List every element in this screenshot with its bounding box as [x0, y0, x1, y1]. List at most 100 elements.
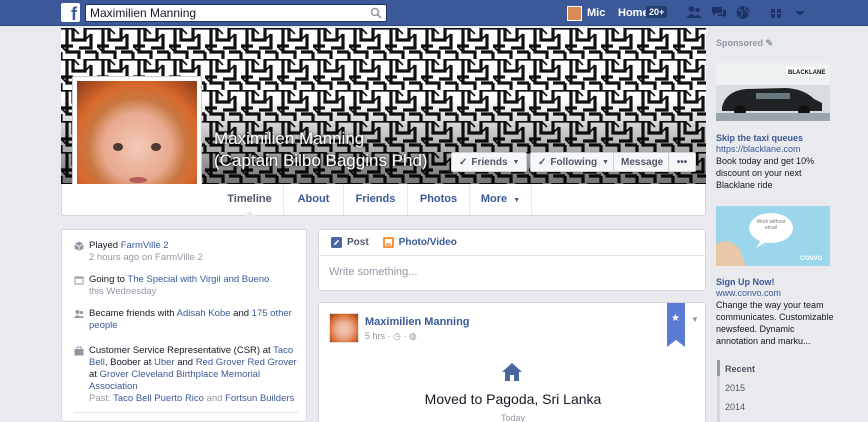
- status-input[interactable]: Write something...: [319, 256, 705, 288]
- more-options-button[interactable]: •••: [668, 152, 696, 172]
- mouth: [129, 177, 147, 183]
- recent-activity-panel: Played FarmVille 2 2 hours ago on FarmVi…: [61, 229, 307, 422]
- profile-photo-image: [77, 81, 197, 201]
- activity-link-past-work[interactable]: Taco Bell Puerto Rico: [113, 393, 204, 404]
- tab-friends[interactable]: Friends: [343, 184, 407, 215]
- ad-url-convo[interactable]: www.convo.com: [716, 288, 781, 298]
- composer-tab-post[interactable]: Post: [331, 237, 369, 248]
- checkmark-icon: ✓: [538, 156, 547, 168]
- highlight-star-icon[interactable]: ★: [667, 303, 685, 347]
- scrubber-item-2015[interactable]: 2015: [725, 383, 745, 393]
- search-icon[interactable]: [370, 7, 382, 19]
- scrubber-selected-marker: [717, 360, 720, 376]
- ad-title-convo[interactable]: Sign Up Now!: [716, 277, 775, 287]
- timeline-scrubber-bar: [717, 360, 720, 422]
- activity-text: and: [230, 308, 252, 319]
- ad-image-convo[interactable]: Work without email CONVO: [716, 206, 830, 266]
- activity-link-work[interactable]: Uber: [154, 357, 175, 368]
- facebook-logo-icon[interactable]: f: [61, 3, 80, 22]
- story-meta: 5 hrs · ◷ · ◍: [365, 331, 417, 342]
- activity-link-work[interactable]: Red Grover Red Grover: [196, 357, 297, 368]
- activity-text: Boober: [110, 357, 141, 368]
- event-calendar-icon: [74, 276, 84, 285]
- home-count-badge: 20+: [646, 6, 668, 18]
- friends-icon: [74, 310, 84, 318]
- messages-icon[interactable]: [711, 5, 727, 20]
- profile-nickname: (Captain Bilbo Baggins Phd): [214, 151, 428, 170]
- user-name: Mic: [587, 7, 606, 19]
- friends-button-label: Friends: [471, 156, 508, 168]
- activity-text: Became friends with: [89, 308, 177, 319]
- search-box[interactable]: [85, 4, 387, 22]
- home-link[interactable]: Home: [618, 7, 649, 19]
- ad-brand-text: CONVO: [800, 256, 822, 262]
- activity-text: Played: [89, 240, 121, 251]
- activity-link-work[interactable]: Grover Cleveland Birthplace Memorial Ass…: [89, 369, 260, 392]
- create-ad-icon[interactable]: ✎: [766, 38, 774, 48]
- pencil-icon: [331, 237, 342, 248]
- profile-tabs: Timeline About Friends Photos More ▼: [61, 184, 706, 216]
- friends-button[interactable]: ✓ Friends ▼: [451, 152, 528, 172]
- notifications-globe-icon[interactable]: [735, 5, 751, 20]
- sponsored-label: Sponsored: [716, 38, 764, 48]
- activity-item: Customer Service Representative (CSR) at…: [74, 345, 298, 405]
- photo-icon: [382, 237, 394, 248]
- friend-requests-icon[interactable]: [686, 5, 702, 20]
- avatar[interactable]: [329, 313, 359, 343]
- work-briefcase-icon: [74, 346, 84, 356]
- life-event-title: Moved to Pagoda, Sri Lanka: [424, 391, 602, 407]
- activity-text: at: [140, 357, 154, 368]
- activity-item: Going to The Special with Virgil and Bue…: [74, 274, 298, 298]
- story-options-chevron-down-icon[interactable]: ▼: [691, 315, 699, 324]
- activity-subtext: and: [203, 393, 226, 404]
- privacy-shortcuts-icon[interactable]: [770, 5, 786, 20]
- activity-subtext: 2 hours ago on FarmVille 2: [89, 252, 203, 263]
- ad-body-convo: Change the way your team communicates. C…: [716, 300, 834, 346]
- ad-image-blacklane[interactable]: BLACKLANE: [716, 63, 830, 121]
- privacy-globe-icon[interactable]: ◍: [409, 331, 417, 341]
- checkmark-icon: ✓: [459, 156, 468, 168]
- activity-link-past-work[interactable]: Fortsun Builders: [225, 393, 294, 404]
- tab-about[interactable]: About: [283, 184, 343, 215]
- message-button[interactable]: Message: [613, 152, 672, 172]
- activity-item: Became friends with Adisah Kobe and 175 …: [74, 308, 298, 332]
- search-input[interactable]: [86, 5, 366, 21]
- composer-tab-photo-label: Photo/Video: [398, 237, 457, 248]
- composer-tab-photo-video[interactable]: Photo/Video: [382, 237, 457, 248]
- activity-text: at: [89, 369, 100, 380]
- activity-subtext: this Wednesday: [89, 286, 157, 297]
- activity-link-event[interactable]: The Special with Virgil and Bueno: [127, 274, 269, 285]
- ad-url-blacklane[interactable]: https://blacklane.com: [716, 144, 801, 154]
- composer-tab-post-label: Post: [347, 237, 369, 248]
- timeline-story: Maximilien Manning 5 hrs · ◷ · ◍ ★ ▼ Mov…: [318, 302, 706, 422]
- eye: [113, 143, 123, 151]
- ad-bubble-text: Work without email: [756, 219, 786, 231]
- activity-link-friend[interactable]: Adisah Kobe: [177, 308, 231, 319]
- activity-link-farmville[interactable]: FarmVille 2: [121, 240, 169, 251]
- avatar: [567, 5, 582, 21]
- account-menu-chevron-down-icon[interactable]: [792, 5, 808, 20]
- top-navigation-bar: f Mic Home 20+: [0, 0, 868, 26]
- story-author-name[interactable]: Maximilien Manning: [365, 316, 470, 328]
- home-icon: [502, 363, 522, 381]
- scrubber-item-2014[interactable]: 2014: [725, 402, 745, 412]
- following-button-label: Following: [550, 156, 598, 168]
- chevron-down-icon: ▼: [512, 158, 520, 166]
- activity-text: Customer Service Representative (CSR) at: [89, 345, 274, 356]
- story-timestamp[interactable]: 5 hrs: [365, 331, 385, 341]
- following-button[interactable]: ✓ Following ▼: [530, 152, 617, 172]
- scrubber-item-recent[interactable]: Recent: [725, 364, 755, 374]
- more-options-ellipsis-icon: •••: [676, 156, 688, 168]
- tab-more[interactable]: More ▼: [469, 184, 532, 215]
- star-icon: ★: [671, 313, 680, 324]
- tab-more-label: More: [480, 193, 508, 205]
- tab-timeline[interactable]: Timeline: [216, 184, 283, 216]
- profile-full-name[interactable]: Maximilien Manning: [214, 128, 428, 150]
- activity-item: Played FarmVille 2 2 hours ago on FarmVi…: [74, 240, 298, 264]
- post-composer: Post Photo/Video Write something...: [318, 229, 706, 291]
- profile-name[interactable]: Maximilien Manning (Captain Bilbo Baggin…: [214, 128, 428, 172]
- tab-photos[interactable]: Photos: [407, 184, 469, 215]
- ad-body-blacklane: Book today and get 10% discount on your …: [716, 156, 815, 190]
- ad-title-blacklane[interactable]: Skip the taxi queues: [716, 133, 803, 143]
- user-profile-link[interactable]: Mic: [567, 5, 605, 21]
